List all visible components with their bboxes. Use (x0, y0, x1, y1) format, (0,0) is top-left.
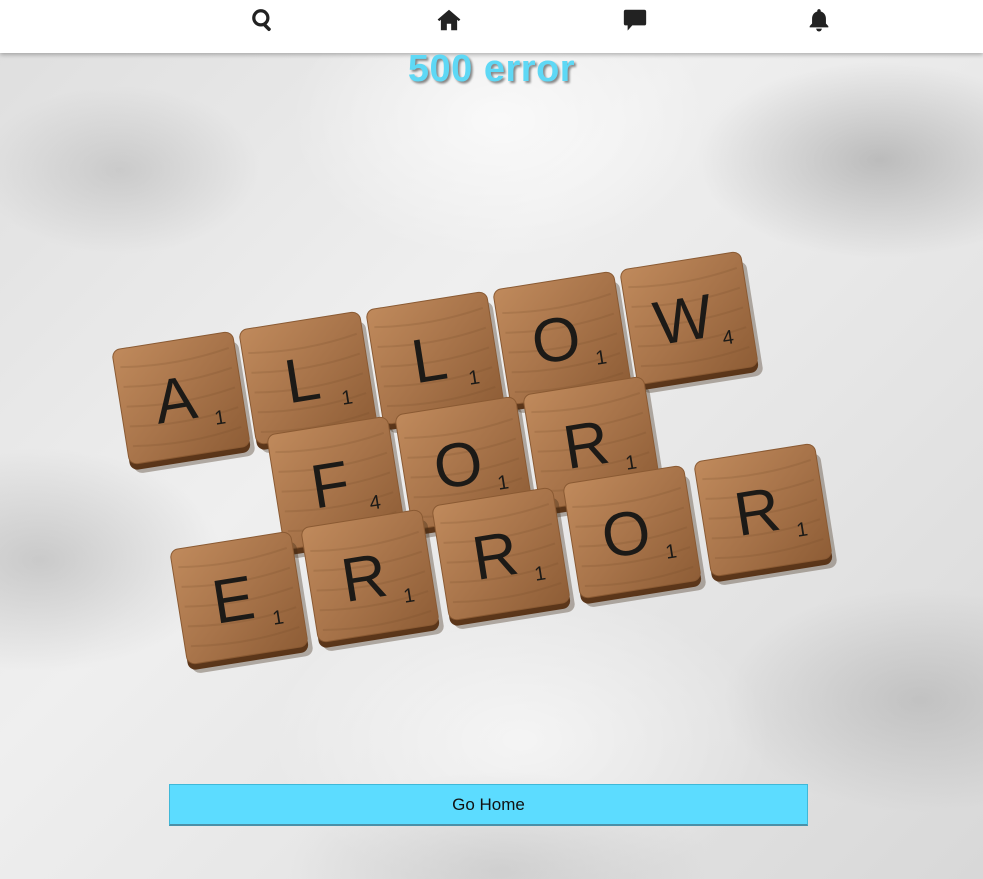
home-icon (437, 9, 461, 31)
page-title: 500 error (407, 48, 576, 90)
nav-search-button[interactable] (247, 4, 279, 36)
search-icon (252, 9, 271, 32)
letter-tile: A1 (112, 331, 255, 473)
tile-letter: W (649, 282, 718, 359)
letter-tile: E1 (170, 531, 313, 673)
top-nav-bar (0, 0, 983, 53)
letter-tile: W4 (620, 251, 763, 393)
letter-tile: R1 (432, 487, 575, 629)
bell-icon (809, 9, 829, 32)
nav-messages-button[interactable] (619, 4, 651, 36)
letter-tile: R1 (694, 443, 837, 585)
scrabble-tiles-illustration: A 1L 1L 1 O 1 W 4F 4 O 1R 1E 1R 1R 1O 1R 1 (112, 251, 837, 673)
go-home-button[interactable]: Go Home (169, 784, 808, 826)
message-icon (623, 9, 647, 31)
nav-home-button[interactable] (433, 4, 465, 36)
letter-tile: R1 (301, 509, 444, 651)
letter-tile: O1 (563, 465, 706, 607)
nav-notifications-button[interactable] (803, 4, 835, 36)
